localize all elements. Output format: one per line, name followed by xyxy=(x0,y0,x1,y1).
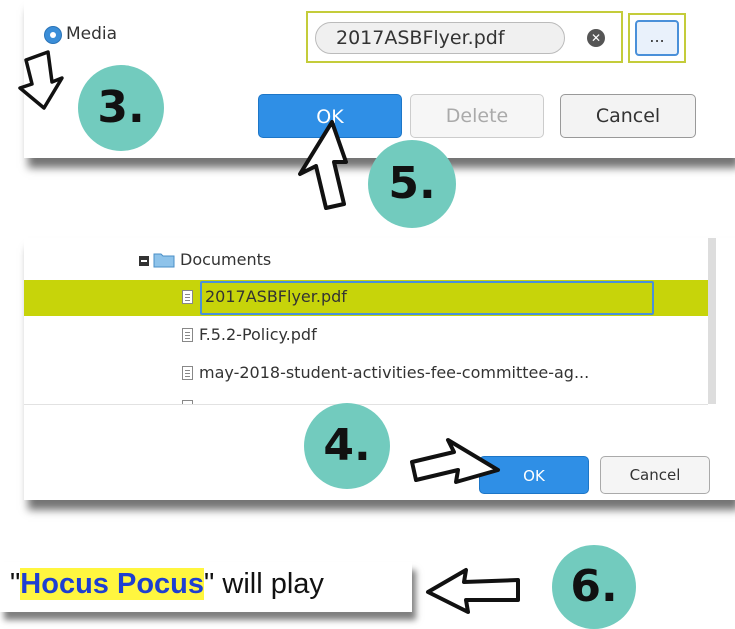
file-item-label[interactable]: may-2018-student-activities-fee-committe… xyxy=(199,363,589,382)
folder-label: Documents xyxy=(180,250,272,269)
selected-file-input[interactable]: 2017ASBFlyer.pdf xyxy=(315,22,565,54)
media-radio[interactable] xyxy=(44,26,62,44)
file-icon xyxy=(182,328,193,342)
dialog-cancel-button[interactable]: Cancel xyxy=(600,456,710,494)
file-item-label[interactable]: F.5.2-Policy.pdf xyxy=(199,325,317,344)
cursor-arrow-icon xyxy=(410,438,500,484)
media-radio-label: Media xyxy=(66,24,118,44)
movie-title: Hocus Pocus xyxy=(20,568,205,600)
step-6-badge: 6. xyxy=(552,545,636,629)
collapse-icon[interactable] xyxy=(139,256,149,266)
divider xyxy=(24,404,708,405)
file-icon xyxy=(182,290,193,304)
scrollbar[interactable] xyxy=(708,238,716,404)
now-playing-text: "Hocus Pocus" will play xyxy=(10,568,324,601)
cursor-arrow-icon xyxy=(426,568,520,614)
step-5-badge: 5. xyxy=(368,140,456,228)
cursor-arrow-icon xyxy=(18,50,64,110)
quote-close: " xyxy=(204,568,215,600)
quote-open: " xyxy=(10,568,21,600)
file-item-label[interactable]: 2017ASBFlyer.pdf xyxy=(205,287,347,306)
cancel-button[interactable]: Cancel xyxy=(560,94,696,138)
play-suffix: will play xyxy=(214,568,324,600)
delete-button[interactable]: Delete xyxy=(410,94,544,138)
clear-icon[interactable]: ✕ xyxy=(587,29,605,47)
step-4-badge: 4. xyxy=(304,403,390,489)
folder-icon xyxy=(153,253,175,268)
cursor-arrow-icon xyxy=(298,120,348,210)
step-3-badge: 3. xyxy=(78,65,164,151)
browse-button[interactable]: ... xyxy=(635,20,679,56)
file-icon xyxy=(182,366,193,380)
